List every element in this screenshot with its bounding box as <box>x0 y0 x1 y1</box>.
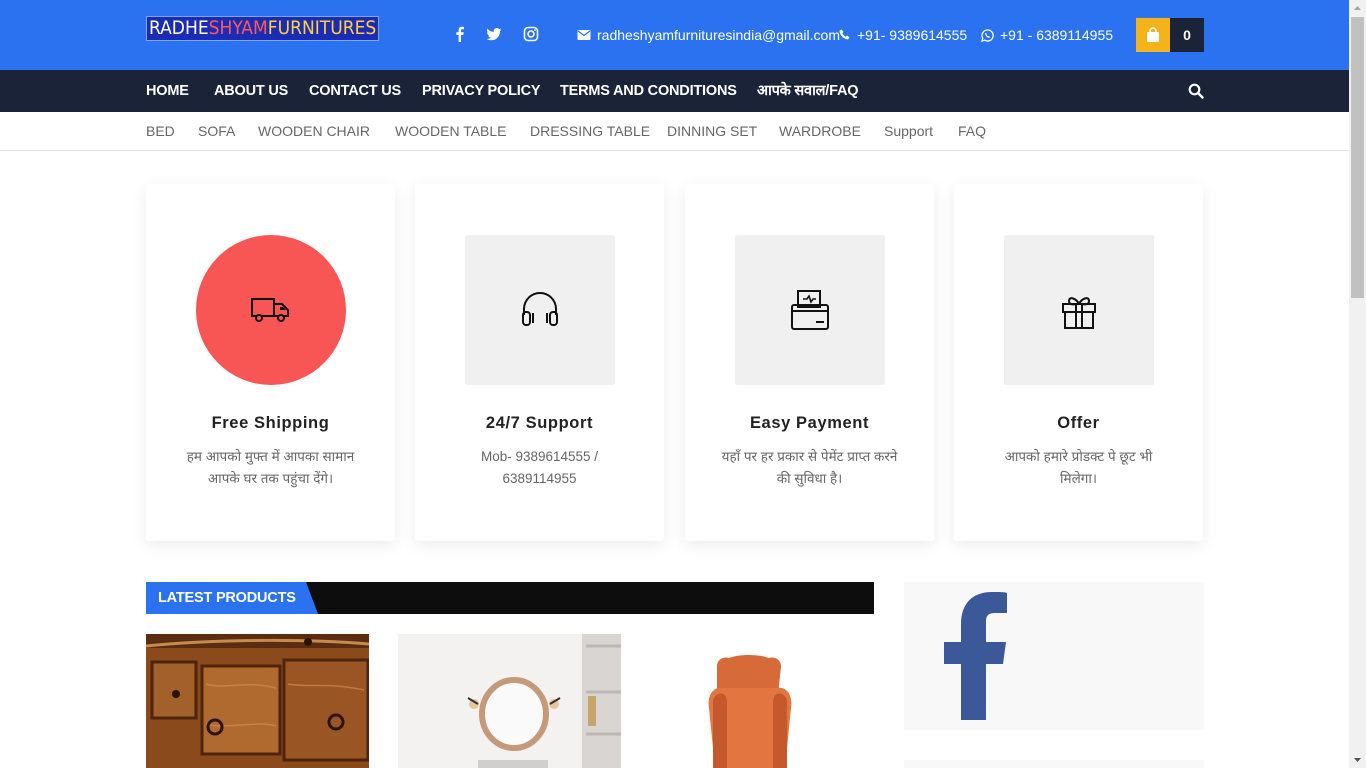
feature-desc: यहाँ पर हर प्रकार से पेमेंट प्राप्त करने… <box>721 449 898 486</box>
email-text: radheshyamfurnituresindia@gmail.com <box>597 27 840 43</box>
scroll-down-arrow-icon[interactable] <box>1349 751 1366 768</box>
main-nav: HOME ABOUT US CONTACT US PRIVACY POLICY … <box>0 70 1349 112</box>
category-nav: BED SOFA WOODEN CHAIR WOODEN TABLE DRESS… <box>0 112 1349 151</box>
latest-products-title: LATEST PRODUCTS <box>146 582 318 614</box>
feature-desc: Mob- 9389614555 / 6389114955 <box>480 449 599 486</box>
email-contact[interactable]: radheshyamfurnituresindia@gmail.com <box>577 26 840 44</box>
logo-part-1: RADHE <box>149 17 209 39</box>
latest-products-header: LATEST PRODUCTS <box>146 582 874 614</box>
search-icon[interactable] <box>1188 83 1204 99</box>
product-image-orange-chair[interactable] <box>651 634 874 768</box>
sidebar-widget <box>904 760 1204 768</box>
feature-title: 24/7 Support <box>485 414 594 432</box>
nav-terms-and-conditions[interactable]: TERMS AND CONDITIONS <box>560 82 737 100</box>
whatsapp-contact[interactable]: +91 - 6389114955 <box>981 26 1113 44</box>
category-wardrobe[interactable]: WARDROBE <box>779 123 861 139</box>
site-logo[interactable]: RADHESHYAMFURNITURES <box>146 16 380 41</box>
category-wooden-chair[interactable]: WOODEN CHAIR <box>258 123 370 139</box>
facebook-logo-icon <box>944 592 1007 720</box>
category-wooden-table[interactable]: WOODEN TABLE <box>395 123 507 139</box>
headphones-icon <box>465 235 615 385</box>
scrollbar-thumb[interactable] <box>1351 17 1364 298</box>
product-image-round-mirror[interactable] <box>398 634 621 768</box>
phone-icon <box>839 29 850 40</box>
nav-about-us[interactable]: ABOUT US <box>214 82 288 100</box>
logo-part-3: FURNITURES <box>267 17 377 39</box>
cart-count: 0 <box>1170 18 1204 52</box>
nav-privacy-policy[interactable]: PRIVACY POLICY <box>422 82 541 100</box>
category-support[interactable]: Support <box>884 123 933 139</box>
category-dressing-table[interactable]: DRESSING TABLE <box>530 123 650 139</box>
cart-button[interactable]: 0 <box>1136 18 1204 52</box>
scroll-up-arrow-icon[interactable] <box>1349 0 1366 17</box>
scrollbar[interactable] <box>1349 0 1366 768</box>
feature-card-support: 24/7 Support Mob- 9389614555 / 638911495… <box>415 184 664 541</box>
instagram-icon[interactable] <box>523 26 539 42</box>
nav-home[interactable]: HOME <box>146 82 189 100</box>
twitter-icon[interactable] <box>486 26 502 42</box>
gift-icon <box>1004 235 1154 385</box>
feature-card-payment: Easy Payment यहाँ पर हर प्रकार से पेमेंट… <box>685 184 934 541</box>
shopping-bag-icon <box>1136 18 1170 52</box>
facebook-icon[interactable] <box>452 26 468 42</box>
category-dinning-set[interactable]: DINNING SET <box>667 123 757 139</box>
feature-card-shipping: Free Shipping हम आपको मुफ्त में आपका साम… <box>146 184 395 541</box>
category-sofa[interactable]: SOFA <box>198 123 235 139</box>
feature-title: Free Shipping <box>211 414 330 432</box>
product-image-drawer-cabinet[interactable] <box>146 634 369 768</box>
category-faq[interactable]: FAQ <box>958 123 986 139</box>
feature-card-offer: Offer आपको हमारे प्रोडक्ट पे छूट भी मिले… <box>954 184 1203 541</box>
payment-icon <box>735 235 885 385</box>
top-bar: RADHESHYAMFURNITURES radheshyamfurniture… <box>0 0 1349 70</box>
category-bed[interactable]: BED <box>146 123 175 139</box>
page: RADHESHYAMFURNITURES radheshyamfurniture… <box>0 0 1366 768</box>
feature-title: Easy Payment <box>749 414 870 432</box>
phone-contact[interactable]: +91- 9389614555 <box>839 26 967 44</box>
truck-icon <box>196 235 346 385</box>
phone-text: +91- 9389614555 <box>857 27 968 43</box>
envelope-icon <box>577 30 591 40</box>
feature-desc: हम आपको मुफ्त में आपका सामान आपके घर तक … <box>186 449 355 486</box>
nav-faq[interactable]: आपके सवाल/FAQ <box>757 82 859 100</box>
nav-contact-us[interactable]: CONTACT US <box>309 82 401 100</box>
logo-part-2: SHYAM <box>208 17 268 39</box>
whatsapp-icon <box>981 28 994 42</box>
whatsapp-text: +91 - 6389114955 <box>1000 27 1114 43</box>
feature-title: Offer <box>1057 414 1100 432</box>
facebook-widget[interactable] <box>904 582 1204 730</box>
feature-desc: आपको हमारे प्रोडक्ट पे छूट भी मिलेगा। <box>1004 449 1153 486</box>
